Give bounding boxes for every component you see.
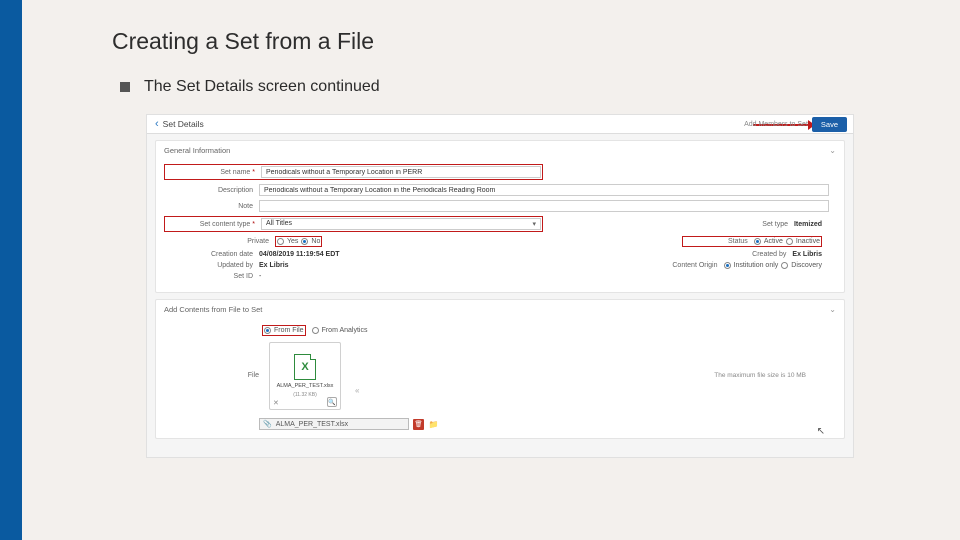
square-bullet-icon	[120, 82, 130, 92]
set-type-value: Itemized	[794, 221, 822, 228]
embedded-screenshot: ‹ Set Details Add Members to Set Save Ge…	[146, 114, 854, 458]
status-active-label: Active	[764, 238, 783, 245]
updated-by-label: Updated by	[164, 262, 259, 269]
back-chevron-icon[interactable]: ‹	[155, 118, 159, 130]
slide-subtitle: The Set Details screen continued	[144, 78, 380, 96]
file-name: ALMA_PER_TEST.xlsx	[277, 383, 334, 389]
content-type-select[interactable]: All Titles	[261, 218, 541, 230]
top-bar: ‹ Set Details Add Members to Set Save	[147, 115, 853, 134]
description-input[interactable]	[259, 184, 829, 196]
content-origin-label: Content Origin	[654, 262, 724, 269]
max-size-note: The maximum file size is 10 MB	[714, 372, 806, 379]
status-label: Status	[684, 238, 754, 245]
updated-by-value: Ex Libris	[259, 262, 289, 269]
status-inactive-label: Inactive	[796, 238, 820, 245]
bullet-row: The Set Details screen continued	[120, 78, 380, 96]
set-name-label: Set name	[166, 169, 261, 176]
file-card[interactable]: X ALMA_PER_TEST.xlsx (11.32 KB) ✕ 🔍	[269, 342, 341, 410]
file-label: File	[204, 342, 259, 379]
file-size: (11.32 KB)	[293, 392, 317, 398]
file-preview-icon[interactable]: 🔍	[327, 397, 337, 407]
chosen-file-box: 📎 ALMA_PER_TEST.xlsx	[259, 418, 409, 430]
private-no-radio[interactable]	[301, 238, 308, 245]
set-id-value: -	[259, 273, 261, 280]
from-analytics-label: From Analytics	[322, 327, 368, 334]
private-yes-radio[interactable]	[277, 238, 284, 245]
from-analytics-radio[interactable]	[312, 327, 319, 334]
trash-icon[interactable]: 🗑	[413, 419, 424, 430]
page-title: Set Details	[163, 119, 204, 129]
private-no-label: No	[311, 238, 320, 245]
slide-accent-bar	[0, 0, 22, 540]
slide-title: Creating a Set from a File	[112, 28, 374, 55]
excel-file-icon: X	[294, 354, 316, 380]
status-active-radio[interactable]	[754, 238, 761, 245]
panel-header-add-contents[interactable]: Add Contents from File to Set ⌄	[156, 300, 844, 319]
private-label: Private	[164, 238, 275, 245]
panel-header-general[interactable]: General Information ⌄	[156, 141, 844, 160]
folder-icon[interactable]: 📁	[428, 419, 439, 430]
add-members-link[interactable]: Add Members to Set	[744, 121, 808, 128]
file-remove-icon[interactable]: ✕	[273, 399, 279, 407]
from-file-radio[interactable]	[264, 327, 271, 334]
description-label: Description	[164, 187, 259, 194]
created-by-value: Ex Libris	[792, 251, 822, 258]
collapse-chevron-icon[interactable]: «	[355, 386, 359, 395]
general-info-panel: General Information ⌄ Set name Descripti…	[155, 140, 845, 293]
set-id-label: Set ID	[164, 273, 259, 280]
from-file-label: From File	[274, 327, 304, 334]
content-origin-disc-radio[interactable]	[781, 262, 788, 269]
save-button[interactable]: Save	[812, 117, 847, 132]
panel-title: Add Contents from File to Set	[164, 305, 262, 314]
status-inactive-radio[interactable]	[786, 238, 793, 245]
chevron-down-icon[interactable]: ⌄	[829, 305, 836, 314]
created-by-label: Created by	[722, 251, 792, 258]
content-type-label: Set content type	[166, 221, 261, 228]
panel-title: General Information	[164, 146, 230, 155]
creation-date-label: Creation date	[164, 251, 259, 258]
add-contents-panel: Add Contents from File to Set ⌄ From Fil…	[155, 299, 845, 439]
creation-date-value: 04/08/2019 11:19:54 EDT	[259, 251, 340, 258]
cursor-icon: ↖	[817, 426, 825, 437]
note-label: Note	[164, 203, 259, 210]
content-origin-inst-radio[interactable]	[724, 262, 731, 269]
chosen-file-name: ALMA_PER_TEST.xlsx	[276, 421, 348, 428]
private-yes-label: Yes	[287, 238, 298, 245]
attachment-icon: 📎	[263, 420, 272, 428]
note-input[interactable]	[259, 200, 829, 212]
content-origin-disc-label: Discovery	[791, 262, 822, 269]
chevron-down-icon[interactable]: ⌄	[829, 146, 836, 155]
set-type-label: Set type	[724, 221, 794, 228]
set-name-input[interactable]	[261, 166, 541, 178]
content-origin-inst-label: Institution only	[734, 262, 779, 269]
